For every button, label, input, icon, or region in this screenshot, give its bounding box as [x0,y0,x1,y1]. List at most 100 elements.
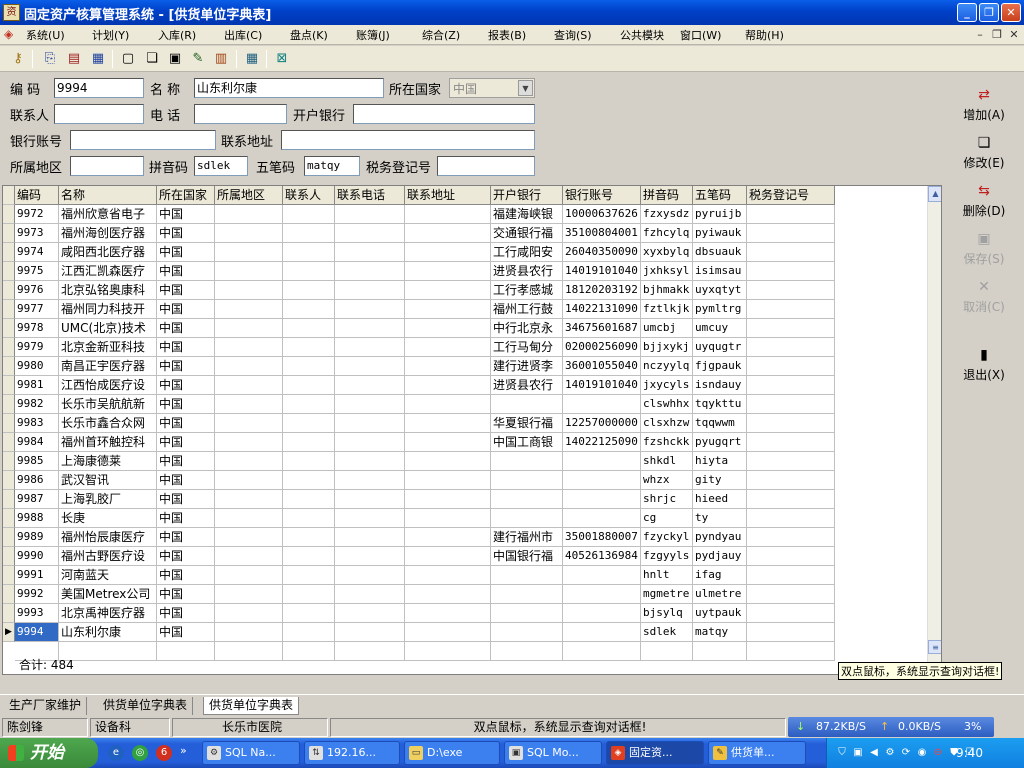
table-cell[interactable] [215,623,283,642]
contact-input[interactable] [54,104,144,124]
table-cell[interactable] [747,566,835,585]
row-indicator[interactable] [3,433,15,452]
table-cell[interactable] [747,338,835,357]
table-cell[interactable]: hieed [693,490,747,509]
table-cell[interactable] [283,376,335,395]
table-row[interactable]: 9973 福州海创医疗器 中国 交通银行福 35100804001 fzhcylq pyiw… [3,224,839,243]
table-cell[interactable]: bjjxykj [641,338,693,357]
menu-inventory[interactable]: 盘点(K) [290,27,328,43]
table-cell[interactable] [405,376,491,395]
current-row-indicator-icon[interactable]: ▶ [3,623,15,642]
table-cell[interactable]: 中国工商银 [491,433,563,452]
table-row[interactable]: 9976 北京弘铭奥康科 中国 工行孝感城 18120203192 bjhmakk uyxq… [3,281,839,300]
region-input[interactable] [70,156,144,176]
exit-button[interactable]: ▮ 退出(X) [944,346,1024,383]
table-cell[interactable]: 中国 [157,395,215,414]
table-cell[interactable] [405,243,491,262]
title-bar[interactable]: 资 固定资产核算管理系统 - [供货单位字典表] _ ❐ ✕ [0,0,1024,25]
table-cell[interactable] [747,471,835,490]
table-cell[interactable] [405,205,491,224]
table-cell[interactable]: isndauy [693,376,747,395]
table-cell[interactable] [563,490,641,509]
grid-view-icon[interactable]: ▦ [242,49,262,69]
more-chevron-icon[interactable]: » [180,744,187,757]
table-cell[interactable]: 9993 [15,604,59,623]
menu-general[interactable]: 综合(Z) [422,27,460,43]
table-cell[interactable] [405,471,491,490]
table-cell[interactable] [405,224,491,243]
table-row[interactable]: 9978 UMC(北京)技术 中国 中行北京永 34675601687 umcbj umcu… [3,319,839,338]
tray-shield-icon[interactable]: ⛉ [835,746,849,760]
table-row[interactable]: 9987 上海乳胶厂 中国 shrjc hieed [3,490,839,509]
table-cell[interactable] [747,528,835,547]
table-cell[interactable] [405,319,491,338]
table-cell[interactable] [491,566,563,585]
table-cell[interactable]: 进贤县农行 [491,262,563,281]
table-cell[interactable] [405,547,491,566]
menu-outbound[interactable]: 出库(C) [224,27,262,43]
table-cell[interactable] [283,623,335,642]
table-cell[interactable]: 9980 [15,357,59,376]
table-cell[interactable] [491,585,563,604]
table-cell[interactable] [563,509,641,528]
table-cell[interactable]: tqqwwm [693,414,747,433]
table-cell[interactable]: 建行福州市 [491,528,563,547]
phone-input[interactable] [194,104,287,124]
table-cell[interactable] [215,509,283,528]
name-input[interactable]: 山东利尔康 [194,78,384,98]
table-cell[interactable] [335,224,405,243]
table-cell[interactable]: pyndyau [693,528,747,547]
table-cell[interactable] [335,509,405,528]
table-cell[interactable]: 福州古野医疗设 [59,547,157,566]
column-header[interactable]: 拼音码 [641,186,693,205]
table-cell[interactable] [335,585,405,604]
tray-volume-icon[interactable]: ◀ [867,746,881,760]
table-cell[interactable]: uyqugtr [693,338,747,357]
table-cell[interactable] [335,395,405,414]
table-row[interactable]: 9990 福州古野医疗设 中国 中国银行福 40526136984 fzgyyls pydj… [3,547,839,566]
table-cell[interactable] [405,281,491,300]
table-cell[interactable] [215,585,283,604]
table-cell[interactable] [335,414,405,433]
table-cell[interactable] [405,338,491,357]
table-cell[interactable]: 南昌正宇医疗器 [59,357,157,376]
table-cell[interactable]: fzshckk [641,433,693,452]
table-cell[interactable] [335,547,405,566]
column-header[interactable]: 税务登记号 [747,186,835,205]
table-cell[interactable]: pyiwauk [693,224,747,243]
table-cell[interactable]: xyxbylq [641,243,693,262]
table-cell[interactable] [491,623,563,642]
table-cell[interactable] [215,566,283,585]
table-cell[interactable]: 中国 [157,357,215,376]
row-indicator[interactable] [3,490,15,509]
table-cell[interactable]: 江西汇凯森医疗 [59,262,157,281]
table-cell[interactable]: 中国 [157,623,215,642]
table-row[interactable]: 9992 美国Metrex公司 中国 mgmetre ulmetre [3,585,839,604]
table-cell[interactable] [405,262,491,281]
table-cell[interactable]: tqykttu [693,395,747,414]
wubi-input[interactable]: matqy [304,156,360,176]
table-cell[interactable] [215,357,283,376]
table-cell[interactable] [563,566,641,585]
column-header[interactable]: 开户银行 [491,186,563,205]
table-cell[interactable]: 9984 [15,433,59,452]
ie-icon[interactable]: e [108,745,124,761]
table-cell[interactable] [405,509,491,528]
table-cell[interactable]: 上海乳胶厂 [59,490,157,509]
table-cell[interactable] [283,338,335,357]
table-cell[interactable] [405,604,491,623]
menu-public-module[interactable]: 公共模块 [620,27,664,43]
row-indicator[interactable] [3,281,15,300]
table-cell[interactable]: 咸阳西北医疗器 [59,243,157,262]
table-cell[interactable]: 中国 [157,205,215,224]
table-cell[interactable]: 中国 [157,433,215,452]
table-cell[interactable] [215,300,283,319]
table-cell[interactable]: 中国 [157,490,215,509]
table-cell[interactable] [335,528,405,547]
table-cell[interactable]: 中国 [157,452,215,471]
table-row[interactable]: 9983 长乐市鑫合众网 中国 华夏银行福 12257000000 clsxhzw tqqw… [3,414,839,433]
menu-report[interactable]: 报表(B) [488,27,526,43]
table-cell[interactable] [747,357,835,376]
table-cell[interactable] [747,243,835,262]
checklist-icon[interactable]: ✎ [188,49,208,69]
